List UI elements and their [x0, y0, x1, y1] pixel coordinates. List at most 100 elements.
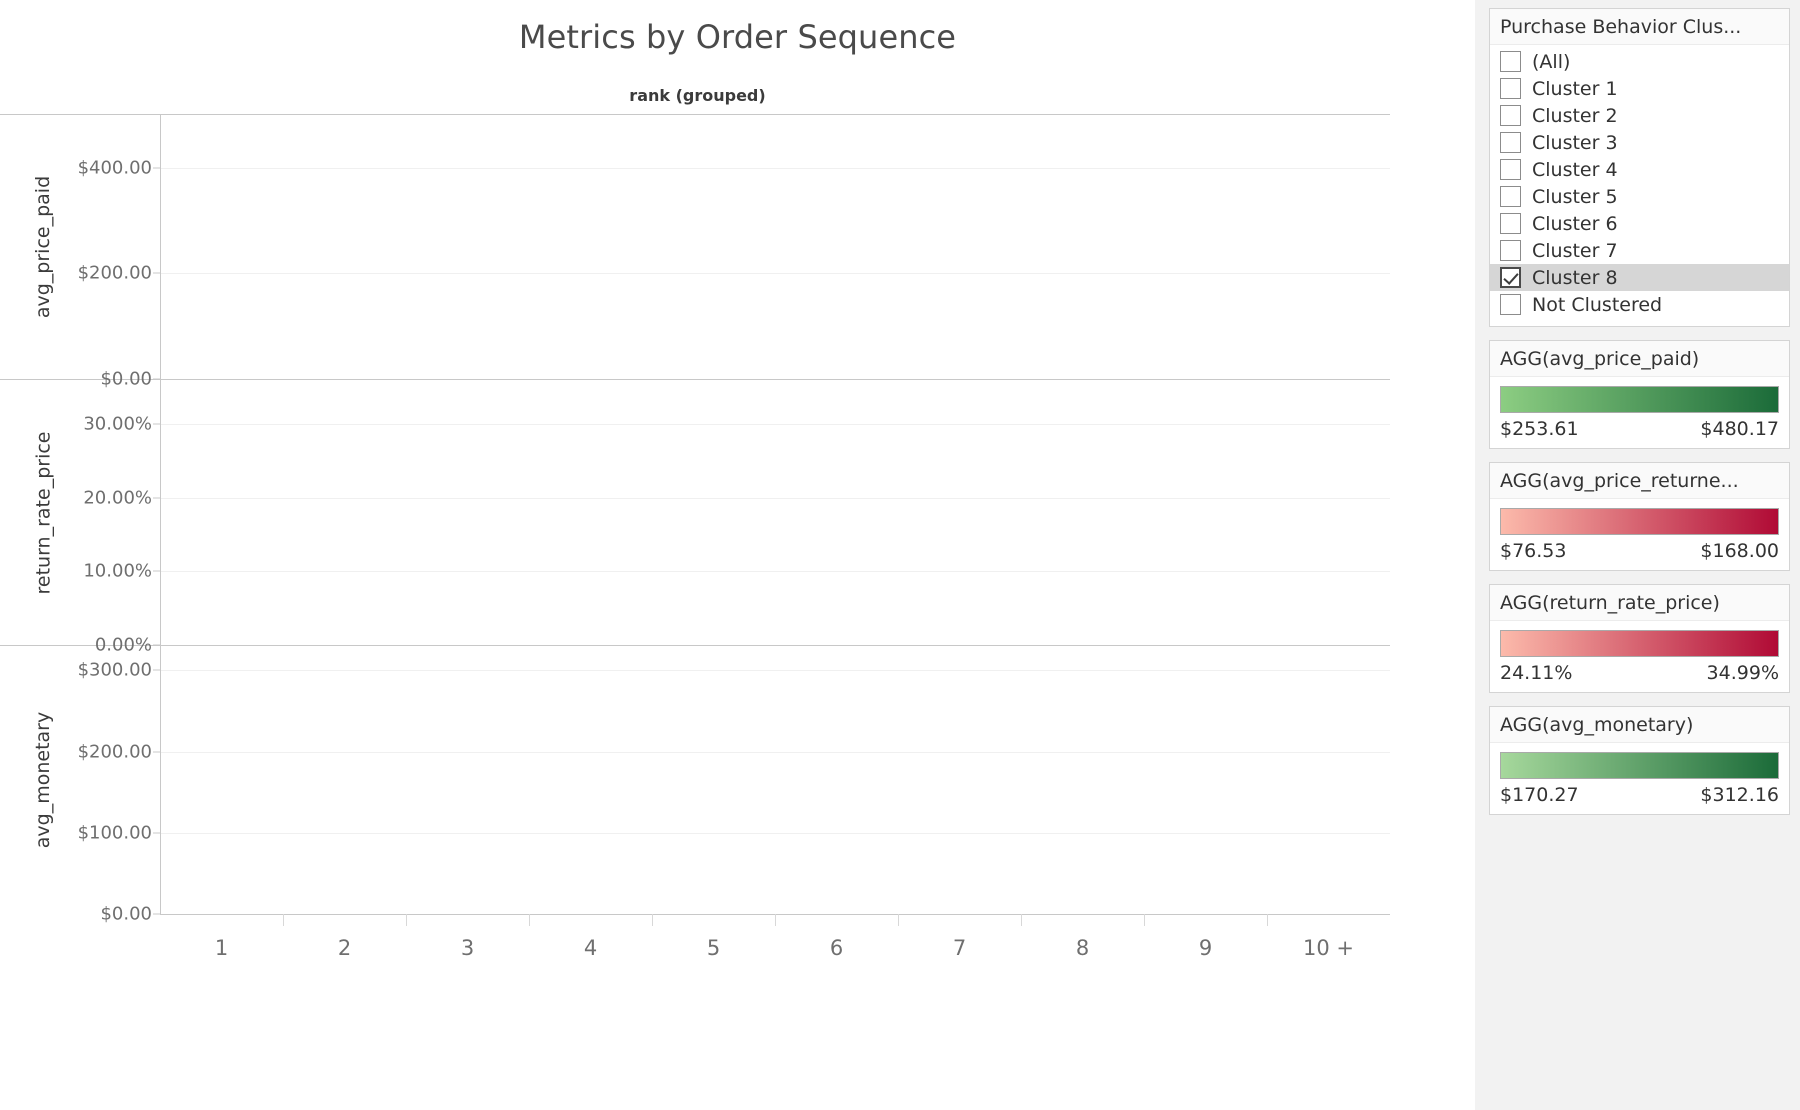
x-axis-separator: [283, 914, 284, 926]
dashboard-root: Metrics by Order Sequence rank (grouped)…: [0, 0, 1800, 1110]
bar-cell: [530, 115, 653, 379]
bar-cell: [407, 380, 530, 645]
filter-item-cluster-7[interactable]: Cluster 7: [1490, 237, 1789, 264]
color-ramp[interactable]: [1500, 630, 1779, 657]
x-axis-tick-1[interactable]: 1: [160, 914, 283, 974]
bar-group-return_rate_price: [161, 380, 1390, 645]
bar-cell: [776, 646, 899, 914]
filter-item-label: Cluster 2: [1532, 104, 1618, 127]
filter-item-cluster-5[interactable]: Cluster 5: [1490, 183, 1789, 210]
filter-item-all[interactable]: (All): [1490, 48, 1789, 75]
x-axis-tick-label: 3: [460, 936, 475, 960]
legend-card-list: AGG(avg_price_paid) $253.61 $480.17 AGG(avg…: [1489, 340, 1790, 815]
x-axis: 1 2 3 4 5 6 7 8 9 10 +: [0, 914, 1390, 974]
y-axis-tick-label: $200.00: [77, 741, 152, 763]
checkbox-icon[interactable]: [1500, 78, 1521, 99]
checkbox-icon[interactable]: [1500, 132, 1521, 153]
plot-area-avg_monetary: [160, 646, 1390, 914]
color-ramp-labels: $253.61 $480.17: [1500, 418, 1779, 440]
checkbox-icon[interactable]: [1500, 294, 1521, 315]
legend-card-2: AGG(return_rate_price) 24.11% 34.99%: [1489, 584, 1790, 693]
bar-cell: [530, 646, 653, 914]
x-axis-separator: [529, 914, 530, 926]
cluster-filter-title: Purchase Behavior Clus...: [1490, 9, 1789, 45]
y-axis-title-label: avg_price_paid: [32, 175, 54, 319]
bar-cell: [1021, 380, 1144, 645]
legend-card-1: AGG(avg_price_returne... $76.53 $168.00: [1489, 462, 1790, 571]
panel-return_rate_price: return_rate_price 0.00% 10.00% 20.00% 30.00%: [0, 380, 1390, 656]
bar-cell: [161, 380, 284, 645]
bar-cell: [407, 646, 530, 914]
filter-item-cluster-2[interactable]: Cluster 2: [1490, 102, 1789, 129]
filter-item-label: Cluster 1: [1532, 77, 1618, 100]
bar-cell: [284, 115, 407, 379]
filter-item-label: Cluster 4: [1532, 158, 1618, 181]
y-axis-tick-label: $400.00: [77, 157, 152, 179]
filter-item-not-clustered[interactable]: Not Clustered: [1490, 291, 1789, 318]
y-axis-tick-mark: [153, 167, 160, 169]
filter-item-label: Cluster 8: [1532, 266, 1618, 289]
y-axis-title-label: return_rate_price: [32, 431, 55, 594]
cluster-filter-list[interactable]: (All) Cluster 1 Cluster 2 Cluster 3 Cluster …: [1490, 45, 1789, 326]
checkbox-icon[interactable]: [1500, 51, 1521, 72]
filter-item-cluster-6[interactable]: Cluster 6: [1490, 210, 1789, 237]
bar-cell: [161, 115, 284, 379]
color-ramp-labels: 24.11% 34.99%: [1500, 662, 1779, 684]
y-axis-tick-label: 10.00%: [83, 560, 152, 582]
checkbox-icon[interactable]: [1500, 105, 1521, 126]
filter-item-cluster-1[interactable]: Cluster 1: [1490, 75, 1789, 102]
bar-cell: [1144, 380, 1267, 645]
filter-item-cluster-8[interactable]: Cluster 8: [1490, 264, 1789, 291]
color-ramp[interactable]: [1500, 386, 1779, 413]
y-axis-ticks-avg_monetary: $0.00 $100.00 $200.00 $300.00: [60, 646, 160, 925]
y-axis-tick-label: 30.00%: [83, 413, 152, 435]
legend-max-label: $480.17: [1700, 418, 1779, 440]
checkbox-icon[interactable]: [1500, 186, 1521, 207]
x-axis-separator: [652, 914, 653, 926]
bar-cell: [898, 115, 1021, 379]
x-axis-tick-10[interactable]: 10 +: [1267, 914, 1390, 974]
x-axis-tick-label: 2: [337, 936, 352, 960]
x-axis-tick-6[interactable]: 6: [775, 914, 898, 974]
legend-card-3: AGG(avg_monetary) $170.27 $312.16: [1489, 706, 1790, 815]
x-axis-tick-2[interactable]: 2: [283, 914, 406, 974]
filter-item-cluster-3[interactable]: Cluster 3: [1490, 129, 1789, 156]
x-axis-tick-7[interactable]: 7: [898, 914, 1021, 974]
x-axis-separator: [775, 914, 776, 926]
filter-item-label: Cluster 7: [1532, 239, 1618, 262]
panel-avg_monetary: avg_monetary $0.00 $100.00 $200.00 $300.00: [0, 646, 1390, 925]
x-axis-tick-3[interactable]: 3: [406, 914, 529, 974]
x-axis-tick-8[interactable]: 8: [1021, 914, 1144, 974]
color-ramp-labels: $170.27 $312.16: [1500, 784, 1779, 806]
x-axis-tick-4[interactable]: 4: [529, 914, 652, 974]
legend-body: $170.27 $312.16: [1490, 743, 1789, 814]
filter-item-cluster-4[interactable]: Cluster 4: [1490, 156, 1789, 183]
color-ramp[interactable]: [1500, 508, 1779, 535]
y-axis-title-avg_price_paid: avg_price_paid: [26, 115, 60, 379]
y-axis-title-return_rate_price: return_rate_price: [26, 380, 60, 645]
bar-cell: [1144, 646, 1267, 914]
checkbox-icon[interactable]: [1500, 240, 1521, 261]
y-axis-ticks-return_rate_price: 0.00% 10.00% 20.00% 30.00%: [60, 380, 160, 656]
bar-cell: [1267, 115, 1390, 379]
y-axis-tick-mark: [153, 751, 160, 753]
chart-panels: avg_price_paid $0.00 $200.00 $400.00 return_…: [0, 114, 1390, 925]
y-axis-tick-label: $300.00: [77, 659, 152, 681]
legend-min-label: 24.11%: [1500, 662, 1573, 684]
bar-cell: [898, 646, 1021, 914]
x-axis-tick-label: 7: [952, 936, 967, 960]
checkbox-icon[interactable]: [1500, 213, 1521, 234]
legend-title: AGG(return_rate_price): [1490, 585, 1789, 621]
legend-min-label: $170.27: [1500, 784, 1579, 806]
sidebar: Purchase Behavior Clus... (All) Cluster 1…: [1475, 0, 1800, 1110]
y-axis-tick-label: 20.00%: [83, 487, 152, 509]
legend-max-label: 34.99%: [1706, 662, 1779, 684]
x-axis-tick-5[interactable]: 5: [652, 914, 775, 974]
filter-item-label: Cluster 6: [1532, 212, 1618, 235]
color-ramp[interactable]: [1500, 752, 1779, 779]
x-axis-tick-9[interactable]: 9: [1144, 914, 1267, 974]
x-axis-tick-label: 1: [214, 936, 229, 960]
checkbox-checked-icon[interactable]: [1500, 267, 1521, 288]
checkbox-icon[interactable]: [1500, 159, 1521, 180]
bar-cell: [161, 646, 284, 914]
